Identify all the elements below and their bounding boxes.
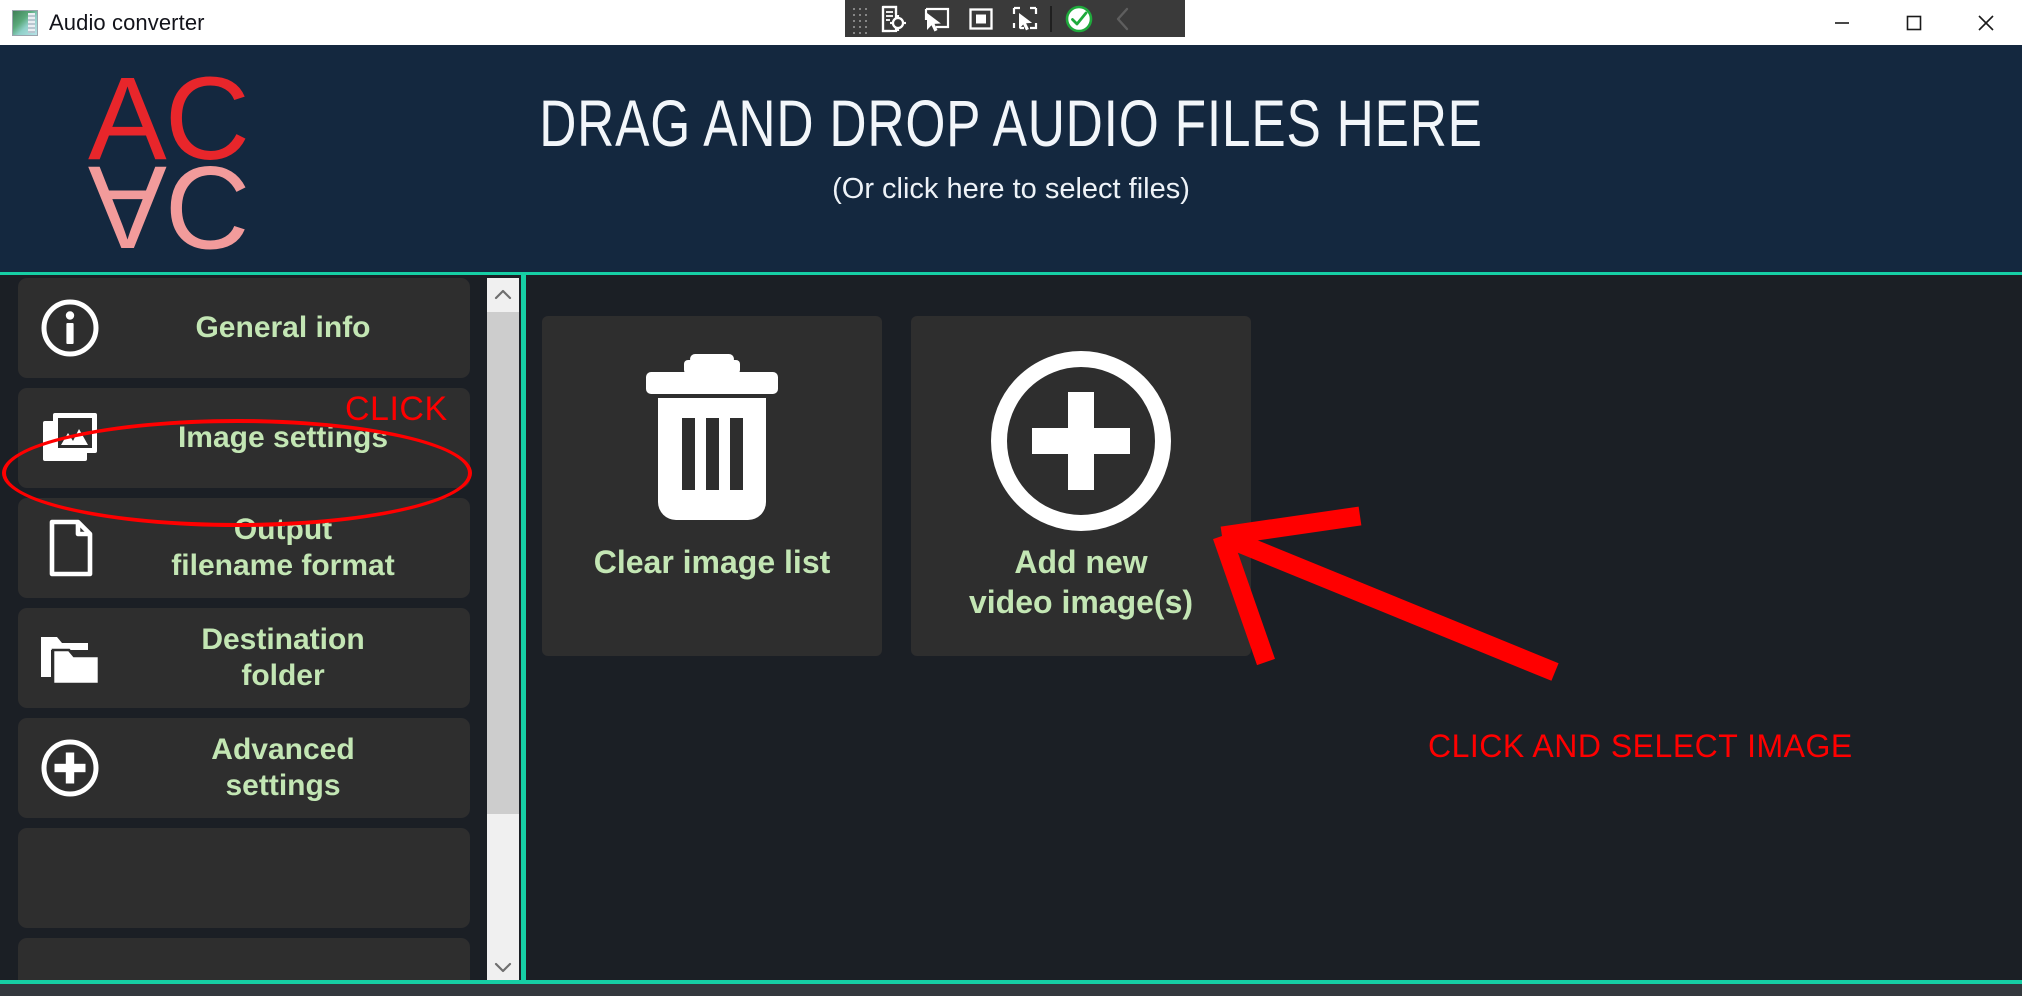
- drop-zone-title: DRAG AND DROP AUDIO FILES HERE: [539, 86, 1483, 160]
- bottom-strip: [0, 984, 2022, 996]
- sidebar-item-advanced-settings[interactable]: Advanced settings: [18, 718, 470, 818]
- chevron-down-icon: [494, 962, 512, 973]
- tile-label: Clear image list: [593, 544, 831, 580]
- sidebar-item-partial[interactable]: [18, 828, 470, 928]
- cursor-window-icon: [924, 7, 950, 31]
- content-panel: Clear image list Add new video image(s): [526, 278, 2022, 984]
- close-button[interactable]: [1950, 0, 2022, 45]
- annotation-caption-label: CLICK AND SELECT IMAGE: [1428, 728, 1853, 764]
- sidebar-item-label: General info: [195, 311, 371, 344]
- sidebar: General info Image settings Output filen…: [0, 278, 484, 984]
- close-icon: [1978, 14, 1994, 31]
- clear-image-list-button[interactable]: Clear image list: [542, 316, 882, 656]
- drop-zone-header[interactable]: AC AC DRAG AND DROP AUDIO FILES HERE (Or…: [0, 45, 2022, 272]
- plus-circle-icon: [986, 346, 1176, 536]
- grip-dots-icon[interactable]: [849, 3, 871, 34]
- accent-line-top: [0, 272, 2022, 275]
- confirm-button[interactable]: [1055, 0, 1103, 37]
- add-new-video-image-button[interactable]: Add new video image(s): [911, 316, 1251, 656]
- title-bar-left: Audio converter: [0, 9, 205, 36]
- info-circle-icon: [18, 297, 122, 359]
- toolbar-divider: [1050, 5, 1052, 32]
- tile-label: Add new video image(s): [968, 544, 1194, 620]
- sidebar-scrollbar[interactable]: [487, 278, 519, 984]
- window-controls: [1806, 0, 2022, 45]
- scroll-up-button[interactable]: [487, 278, 519, 312]
- sidebar-item-general-info[interactable]: General info: [18, 278, 470, 378]
- screen-capture-toolbar: [845, 0, 1185, 37]
- chevron-up-icon: [494, 289, 512, 300]
- annotation-ellipse-highlight: [2, 419, 472, 527]
- sidebar-item-label: Destination folder: [201, 623, 365, 692]
- application-window: Audio converter AC AC DRAG AND DROP AUDI…: [0, 0, 2022, 996]
- app-window-icon: [12, 9, 38, 36]
- chevron-left-icon: [1116, 7, 1129, 30]
- scrollbar-thumb[interactable]: [487, 312, 519, 814]
- sidebar-item-partial-bottom[interactable]: [18, 938, 470, 984]
- annotation-click-label: CLICK: [345, 390, 448, 428]
- green-check-circle-icon: [1065, 5, 1093, 32]
- sidebar-item-label: Advanced settings: [211, 733, 355, 802]
- document-crosshair-icon: [881, 5, 906, 32]
- body-area: General info Image settings Output filen…: [0, 272, 2022, 996]
- trash-icon: [632, 346, 792, 536]
- capture-fullscreen-button[interactable]: [959, 0, 1003, 37]
- drop-zone-subtitle[interactable]: (Or click here to select files): [0, 173, 2022, 206]
- scroll-down-button[interactable]: [487, 950, 519, 984]
- maximize-icon: [1906, 15, 1922, 30]
- rectangle-icon: [969, 7, 993, 30]
- plus-circle-icon: [18, 737, 122, 799]
- capture-selection-button[interactable]: [1003, 0, 1047, 37]
- capture-window-button[interactable]: [915, 0, 959, 37]
- maximize-button[interactable]: [1878, 0, 1950, 45]
- cursor-select-region-icon: [1012, 6, 1038, 30]
- folders-icon: [18, 627, 122, 689]
- sidebar-item-destination-folder[interactable]: Destination folder: [18, 608, 470, 708]
- minimize-icon: [1835, 21, 1849, 24]
- collapse-button[interactable]: [1103, 0, 1143, 37]
- minimize-button[interactable]: [1806, 0, 1878, 45]
- window-title: Audio converter: [49, 9, 205, 35]
- document-icon: [18, 517, 122, 579]
- capture-region-button[interactable]: [871, 0, 915, 37]
